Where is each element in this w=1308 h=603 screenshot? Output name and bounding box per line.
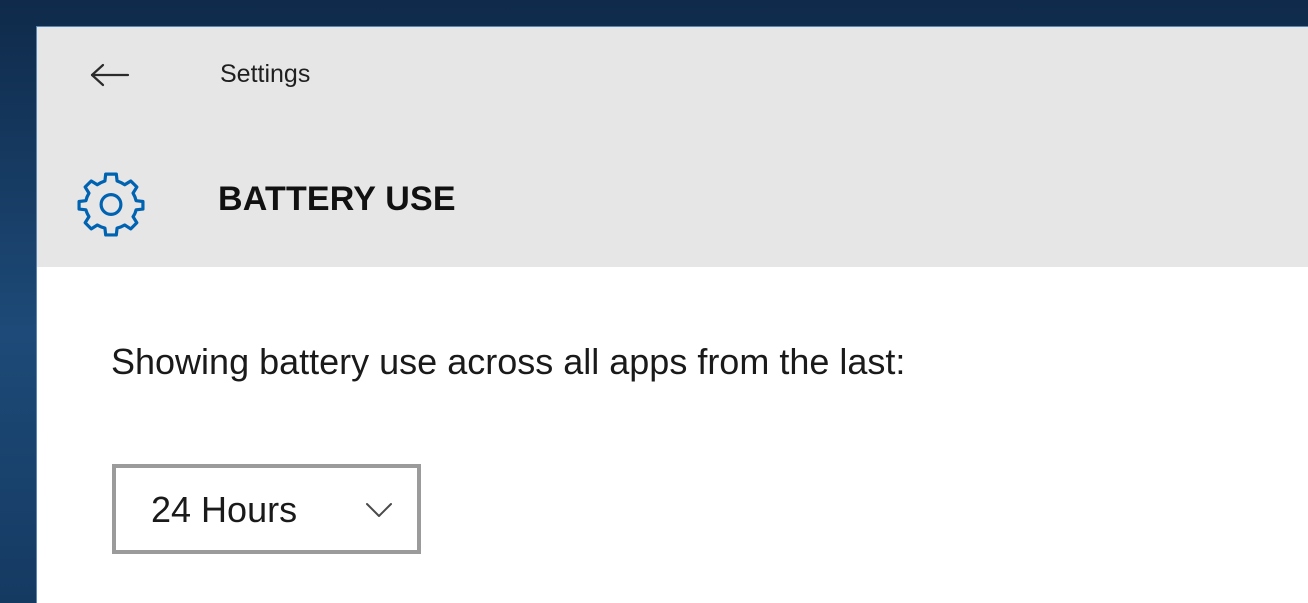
chevron-down-icon (366, 503, 392, 517)
time-range-selected-value: 24 Hours (151, 489, 298, 530)
battery-use-description: Showing battery use across all apps from… (111, 341, 906, 382)
gear-icon (77, 172, 145, 237)
settings-window: Settings BATTERY USE Showing battery use… (37, 27, 1308, 603)
back-arrow-icon (90, 63, 130, 87)
page-title: BATTERY USE (218, 180, 456, 218)
back-button[interactable] (83, 53, 137, 97)
time-range-dropdown[interactable]: 24 Hours (112, 464, 421, 554)
header: Settings BATTERY USE (37, 27, 1308, 267)
app-title: Settings (220, 60, 311, 88)
